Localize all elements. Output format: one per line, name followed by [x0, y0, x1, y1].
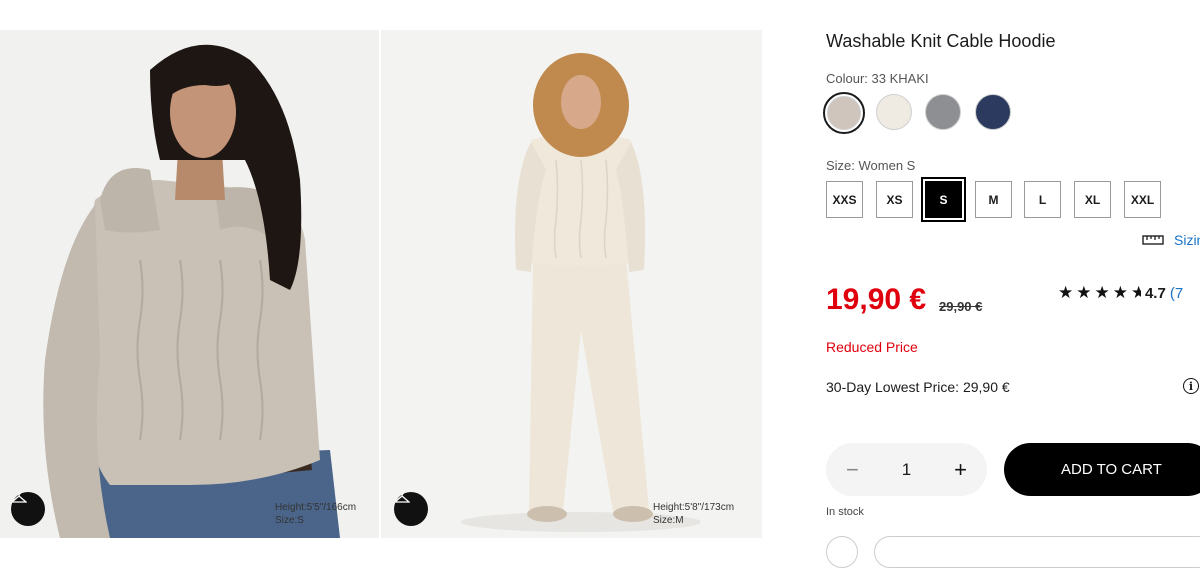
size-button-xs[interactable]: XS [876, 181, 913, 218]
size-button-xxl[interactable]: XXL [1124, 181, 1161, 218]
model-1-illustration [0, 30, 379, 538]
size-button-s[interactable]: S [921, 177, 966, 222]
hanger-icon [394, 492, 410, 503]
hanger-icon-button[interactable] [394, 492, 428, 526]
sizing-link-label: Sizing [1174, 232, 1200, 248]
quantity-value[interactable]: 1 [902, 460, 911, 480]
product-rating[interactable]: ★★★★ ★ 4.7 (7 [1058, 283, 1183, 303]
lowest-price-text: 30-Day Lowest Price: 29,90 € [826, 379, 1010, 395]
colour-swatch-offwhite[interactable] [876, 94, 912, 130]
current-price: 19,90 € [826, 283, 927, 316]
colour-label: Colour: 33 KHAKI [826, 71, 929, 86]
model-height: Height:5'8"/173cm [653, 502, 735, 513]
product-details: Washable Knit Cable Hoodie Colour: 33 KH… [823, 0, 1200, 568]
store-availability-button[interactable] [874, 536, 1200, 568]
model-2-illustration [381, 30, 762, 538]
stock-status: In stock [826, 506, 864, 518]
reduced-price-label: Reduced Price [826, 339, 918, 355]
product-gallery: Height:5'5"/166cm Size:S Height:5'8"/173… [0, 30, 762, 538]
size-button-xxs[interactable]: XXS [826, 181, 863, 218]
ruler-icon [1142, 235, 1164, 245]
model-size-info: Height:5'8"/173cm Size:M [653, 501, 734, 527]
product-photo-model-2[interactable]: Height:5'8"/173cm Size:M [381, 30, 762, 538]
colour-swatch-khaki[interactable] [823, 92, 865, 134]
secondary-actions-row [826, 536, 1200, 568]
size-label: Size: Women S [826, 158, 916, 173]
colour-swatch-gray[interactable] [925, 94, 961, 130]
size-button-xl[interactable]: XL [1074, 181, 1111, 218]
model-size-info: Height:5'5"/166cm Size:S [275, 501, 356, 527]
model-size: Size:S [275, 515, 304, 526]
quantity-stepper: − 1 + [826, 443, 987, 496]
quantity-increase-button[interactable]: + [954, 457, 967, 483]
colour-swatch-navy[interactable] [975, 94, 1011, 130]
size-button-l[interactable]: L [1024, 181, 1061, 218]
sizing-link[interactable]: Sizing [1142, 232, 1200, 248]
add-to-cart-button[interactable]: ADD TO CART [1004, 443, 1200, 496]
half-star-icon: ★ [1130, 283, 1141, 302]
model-size: Size:M [653, 515, 684, 526]
size-button-m[interactable]: M [975, 181, 1012, 218]
star-rating-icon: ★★★★ [1058, 283, 1131, 302]
quantity-decrease-button[interactable]: − [846, 457, 859, 483]
hanger-icon [11, 492, 27, 503]
product-photo-model-1[interactable]: Height:5'5"/166cm Size:S [0, 30, 379, 538]
original-price: 29,90 € [939, 299, 983, 314]
info-icon[interactable]: i [1183, 378, 1199, 394]
model-height: Height:5'5"/166cm [275, 502, 357, 513]
hanger-icon-button[interactable] [11, 492, 45, 526]
wishlist-button[interactable] [826, 536, 858, 568]
review-count-link[interactable]: (7 [1170, 285, 1183, 302]
product-title: Washable Knit Cable Hoodie [826, 31, 1056, 51]
rating-value: 4.7 [1144, 284, 1166, 302]
